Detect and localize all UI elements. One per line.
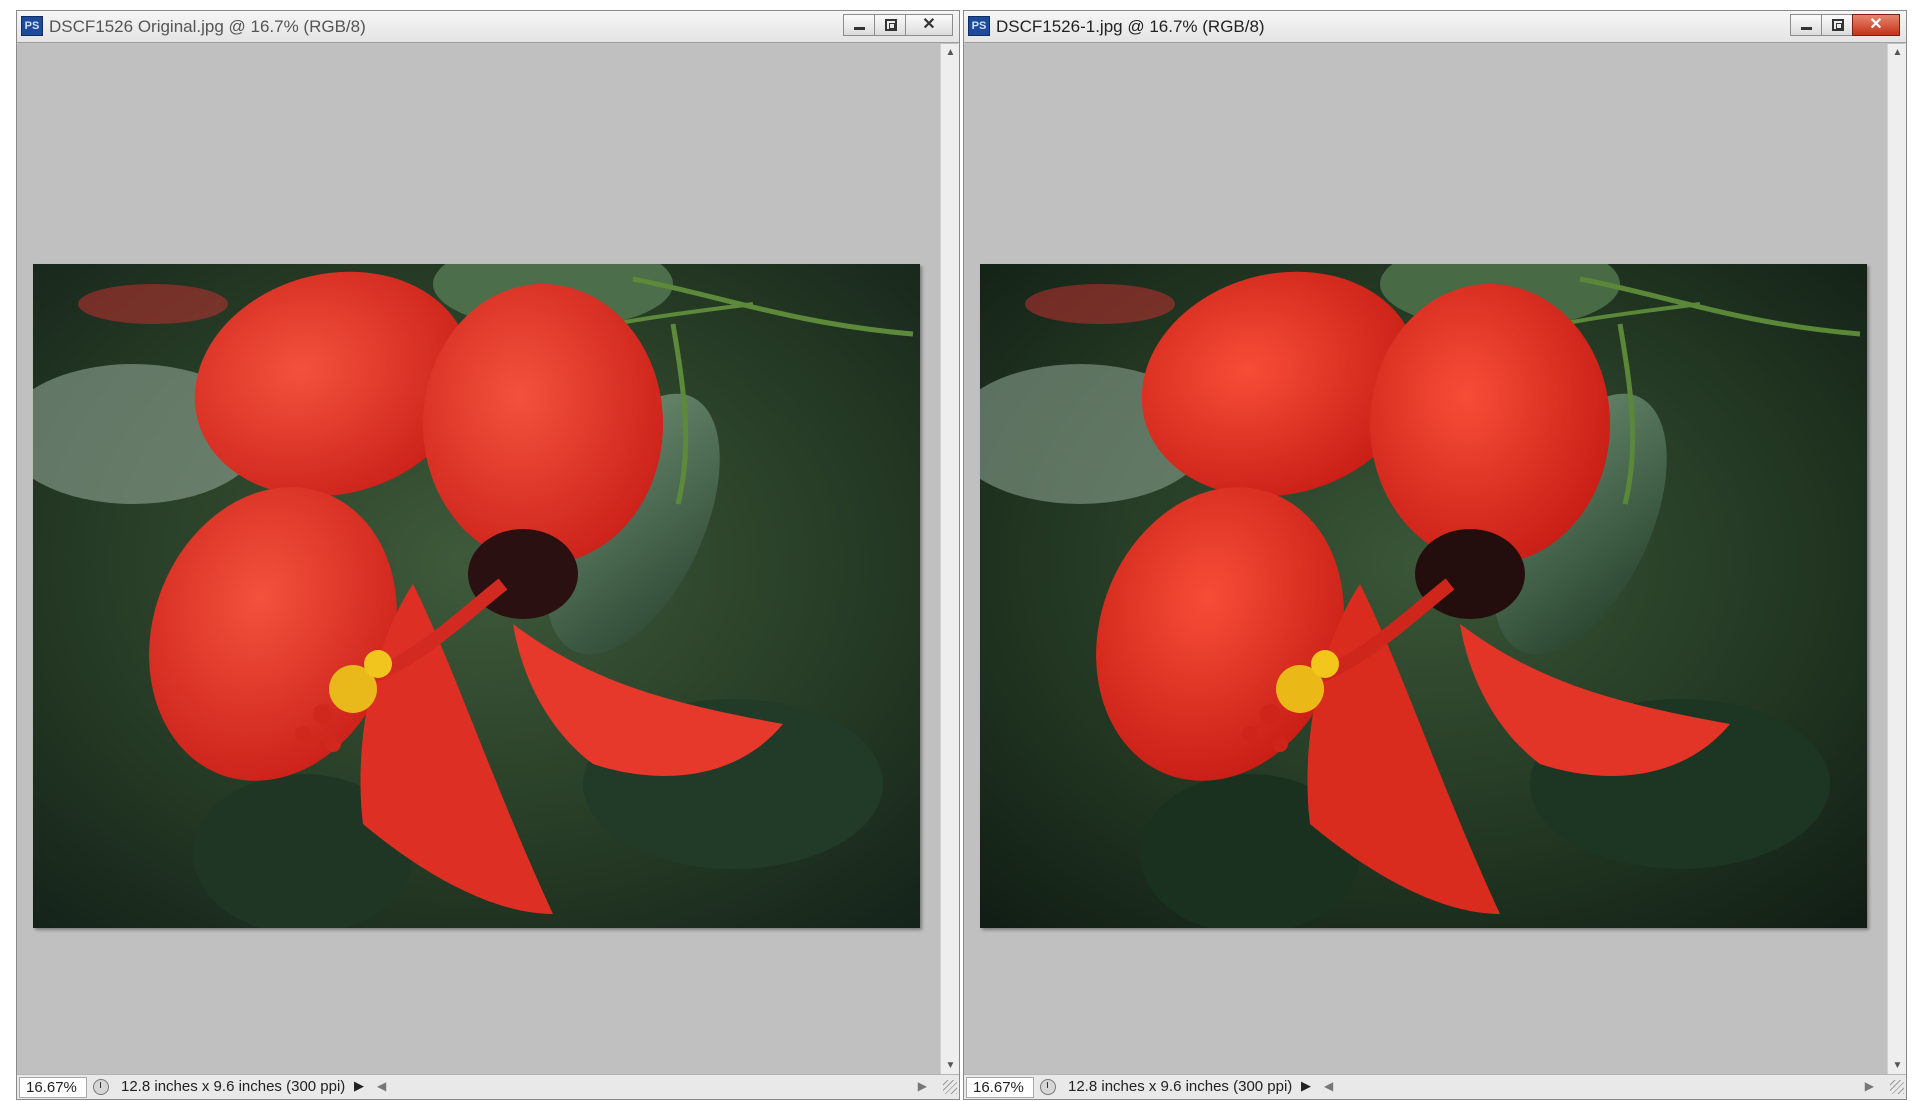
minimize-icon	[854, 27, 865, 30]
maximize-button[interactable]	[874, 14, 906, 36]
chevron-up-icon[interactable]: ▲	[941, 44, 960, 62]
triangle-right-icon[interactable]: ▶	[354, 1078, 364, 1094]
vertical-scrollbar[interactable]: ▲ ▼	[940, 44, 959, 1075]
chevron-left-icon[interactable]: ◀	[377, 1079, 386, 1093]
status-info-icon[interactable]	[1040, 1079, 1056, 1095]
photoshop-app-icon: PS	[21, 16, 43, 36]
document-size-label: 12.8 inches x 9.6 inches (300 ppi)	[1068, 1078, 1293, 1095]
document-canvas[interactable]	[964, 44, 1888, 1075]
maximize-icon	[885, 19, 897, 31]
document-window-original[interactable]: PS DSCF1526 Original.jpg @ 16.7% (RGB/8)…	[16, 10, 960, 1100]
chevron-right-icon[interactable]: ▶	[918, 1079, 927, 1093]
hibiscus-photo	[980, 264, 1867, 928]
chevron-left-icon[interactable]: ◀	[1324, 1079, 1333, 1093]
document-size-label: 12.8 inches x 9.6 inches (300 ppi)	[121, 1078, 346, 1095]
photoshop-app-icon: PS	[968, 16, 990, 36]
close-icon: ✕	[1869, 16, 1883, 33]
title-bar[interactable]: PS DSCF1526 Original.jpg @ 16.7% (RGB/8)…	[17, 11, 959, 43]
resize-grip-icon[interactable]	[943, 1080, 957, 1094]
close-button[interactable]: ✕	[905, 14, 953, 36]
close-icon: ✕	[922, 16, 936, 33]
maximize-button[interactable]	[1821, 14, 1853, 36]
window-title: DSCF1526-1.jpg @ 16.7% (RGB/8)	[996, 17, 1265, 36]
chevron-up-icon[interactable]: ▲	[1888, 44, 1907, 62]
chevron-down-icon[interactable]: ▼	[1888, 1057, 1907, 1075]
chevron-down-icon[interactable]: ▼	[941, 1057, 960, 1075]
minimize-icon	[1801, 27, 1812, 30]
minimize-button[interactable]	[843, 14, 875, 36]
document-canvas[interactable]	[17, 44, 941, 1075]
zoom-level-field[interactable]: 16.67%	[966, 1077, 1034, 1098]
window-controls: ✕	[843, 14, 953, 36]
maximize-icon	[1832, 19, 1844, 31]
vertical-scrollbar[interactable]: ▲ ▼	[1887, 44, 1906, 1075]
window-title: DSCF1526 Original.jpg @ 16.7% (RGB/8)	[49, 17, 366, 36]
status-bar: 16.67% 12.8 inches x 9.6 inches (300 ppi…	[964, 1074, 1906, 1099]
title-bar[interactable]: PS DSCF1526-1.jpg @ 16.7% (RGB/8) ✕	[964, 11, 1906, 43]
window-controls: ✕	[1790, 14, 1900, 36]
document-window-edited[interactable]: PS DSCF1526-1.jpg @ 16.7% (RGB/8) ✕ ▲ ▼ …	[963, 10, 1907, 1100]
minimize-button[interactable]	[1790, 14, 1822, 36]
hibiscus-photo	[33, 264, 920, 928]
chevron-right-icon[interactable]: ▶	[1865, 1079, 1874, 1093]
zoom-level-field[interactable]: 16.67%	[19, 1077, 87, 1098]
triangle-right-icon[interactable]: ▶	[1301, 1078, 1311, 1094]
resize-grip-icon[interactable]	[1890, 1080, 1904, 1094]
status-info-icon[interactable]	[93, 1079, 109, 1095]
status-bar: 16.67% 12.8 inches x 9.6 inches (300 ppi…	[17, 1074, 959, 1099]
close-button[interactable]: ✕	[1852, 14, 1900, 36]
